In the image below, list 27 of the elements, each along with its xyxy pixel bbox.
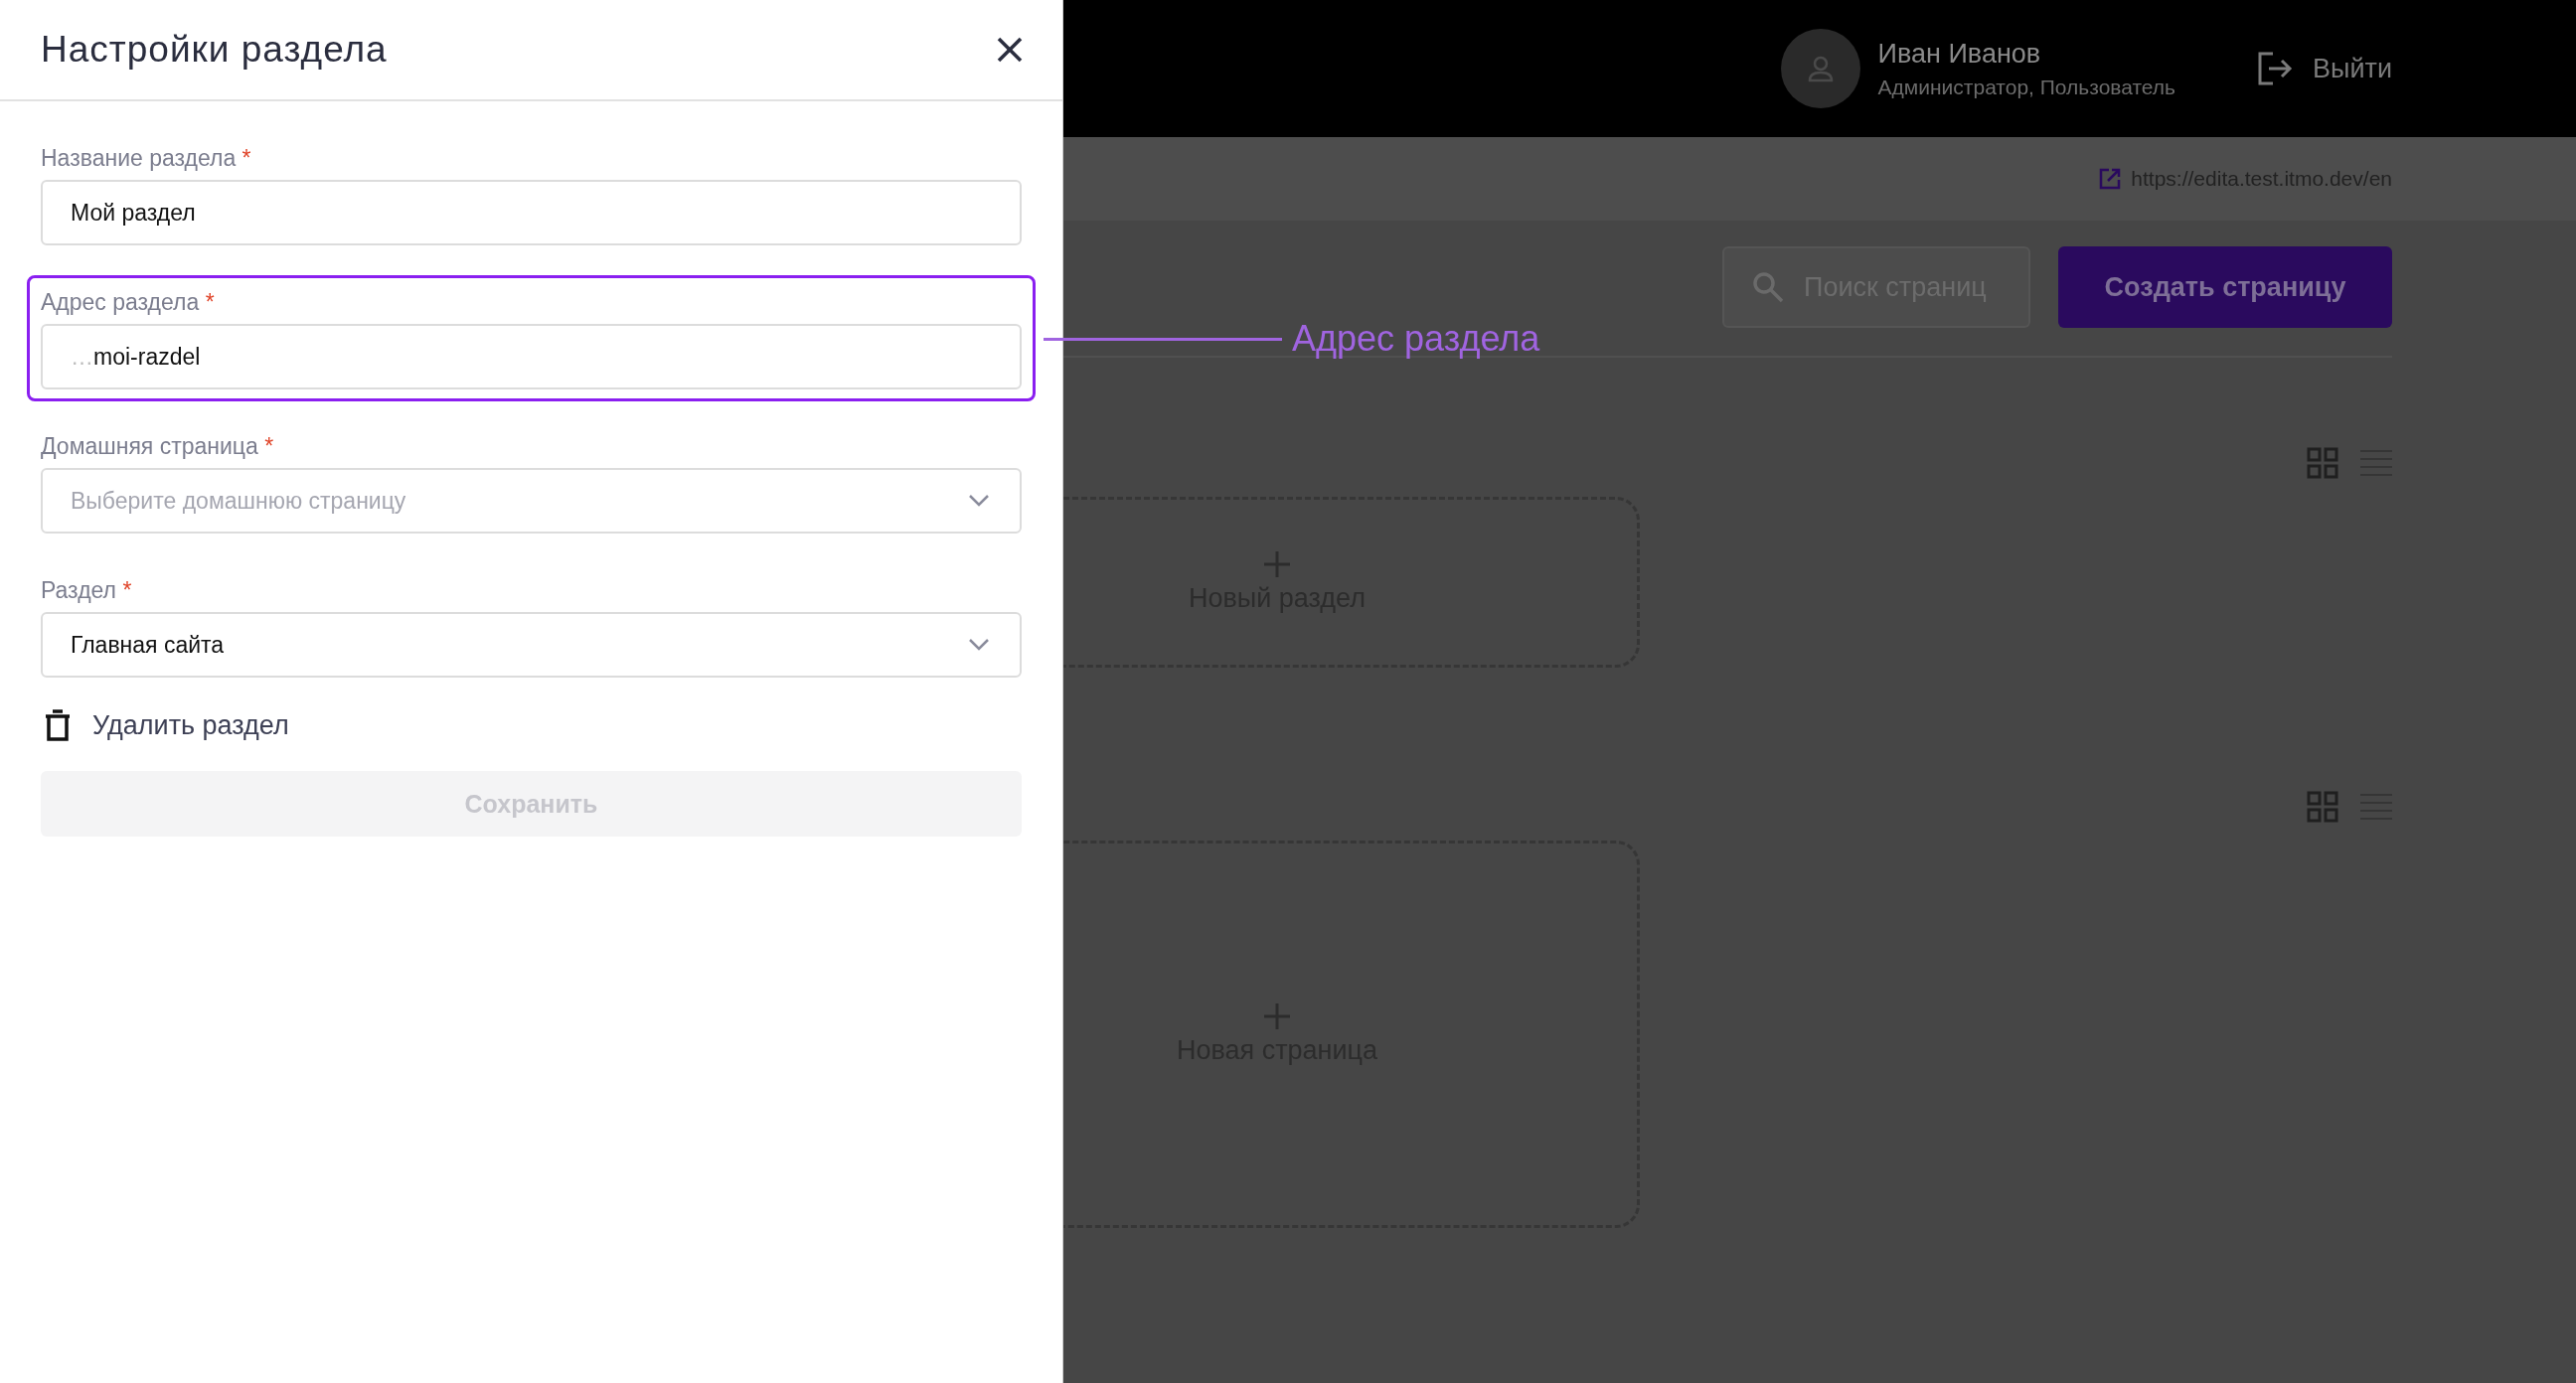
- plus-icon: [1264, 550, 1290, 577]
- close-icon: [997, 37, 1023, 63]
- delete-section-button[interactable]: Удалить раздел: [41, 709, 1022, 741]
- grid-view-icon[interactable]: [2307, 447, 2338, 479]
- field-label: Раздел *: [41, 577, 133, 604]
- grid-view-icon[interactable]: [2307, 791, 2338, 823]
- plus-icon: [1264, 1002, 1290, 1029]
- search-icon: [1752, 271, 1784, 303]
- logout-button[interactable]: Выйти: [2257, 52, 2392, 85]
- logout-icon: [2257, 52, 2294, 85]
- field-label: Адрес раздела *: [41, 289, 216, 316]
- create-page-button[interactable]: Создать страницу: [2058, 246, 2392, 328]
- chevron-down-icon: [968, 638, 990, 652]
- annotation-label: Адрес раздела: [1292, 318, 1540, 360]
- select-field[interactable]: Главная сайта: [41, 612, 1022, 678]
- text-field[interactable]: Мой раздел: [41, 180, 1022, 245]
- field-label: Название раздела *: [41, 145, 252, 172]
- trash-icon: [45, 709, 71, 741]
- user-name: Иван Иванов: [1877, 38, 2042, 70]
- text-field[interactable]: …moi-razdel: [41, 324, 1022, 389]
- user-role: Администратор, Пользователь: [1877, 75, 2176, 99]
- external-link-icon: [2099, 168, 2122, 190]
- chevron-down-icon: [968, 494, 990, 508]
- user-icon: [1806, 55, 1835, 82]
- drawer-title: Настройки раздела: [41, 29, 388, 71]
- field-label: Домашняя страница *: [41, 433, 275, 460]
- select-field[interactable]: Выберите домашнюю страницу: [41, 468, 1022, 534]
